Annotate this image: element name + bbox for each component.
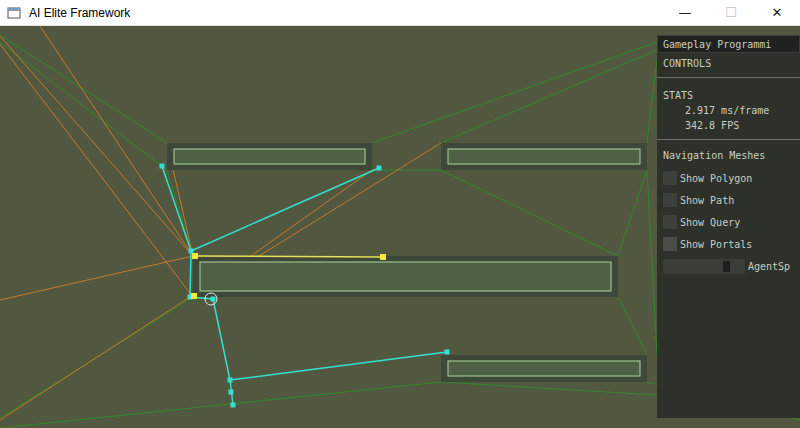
portal-line	[0, 36, 193, 256]
checkbox-row[interactable]: Show Path	[663, 193, 800, 207]
query-line	[195, 256, 383, 257]
navmesh-edge	[0, 42, 167, 170]
checkbox[interactable]	[663, 237, 677, 251]
window-control-button[interactable]: ✕	[754, 0, 800, 26]
query-node	[191, 293, 197, 299]
window-control-button[interactable]: ☐	[708, 0, 754, 26]
path-segment	[162, 166, 191, 251]
query-node	[380, 254, 386, 260]
checkbox-label: Show Polygon	[680, 173, 752, 184]
separator	[657, 139, 800, 140]
navmesh-edge	[647, 60, 657, 143]
stat-line: 2.917 ms/frame	[663, 103, 800, 118]
portal-line	[0, 44, 193, 297]
obstacle	[441, 355, 647, 382]
path-node	[229, 390, 234, 395]
separator	[657, 77, 800, 78]
obstacle	[167, 143, 372, 170]
checkbox-row[interactable]: Show Query	[663, 215, 800, 229]
navmesh-edge	[167, 170, 193, 256]
window-title: AI Elite Framework	[29, 6, 662, 20]
navmesh-edge	[618, 170, 647, 256]
path-segment	[190, 251, 191, 297]
slider-track[interactable]	[663, 259, 745, 274]
navmesh-edge	[0, 382, 441, 428]
navmesh-edge	[441, 50, 657, 143]
panel-header[interactable]: Gameplay Programmi	[657, 35, 800, 53]
navmesh-edge	[618, 297, 647, 355]
app-icon	[7, 6, 21, 20]
checkbox[interactable]	[663, 215, 677, 229]
checkbox-label: Show Path	[680, 195, 734, 206]
path-node	[228, 378, 233, 383]
checkbox-label: Show Query	[680, 217, 740, 228]
obstacle	[193, 256, 618, 297]
path-node	[445, 350, 450, 355]
panel-body: CONTROLS STATS2.917 ms/frame342.8 FPS Navi…	[657, 53, 800, 273]
navmesh-edge	[372, 170, 441, 171]
stats-label: STATS	[663, 88, 800, 103]
title-bar: AI Elite Framework—☐✕	[0, 0, 800, 26]
portal-line	[0, 256, 193, 300]
path-node	[231, 403, 236, 408]
navmesh-edge	[441, 382, 657, 395]
query-node	[192, 253, 198, 259]
navmesh-edge	[0, 35, 167, 143]
path-segment	[230, 352, 447, 380]
path-segment	[213, 299, 230, 380]
stat-line: 342.8 FPS	[663, 118, 800, 133]
slider-row: AgentSp	[663, 259, 800, 273]
portal-line	[40, 26, 193, 256]
obstacle	[441, 143, 647, 170]
agent[interactable]	[205, 293, 217, 305]
path-node	[211, 297, 216, 302]
navmesh-edge	[647, 170, 657, 355]
path-segment	[191, 168, 379, 251]
window-control-button[interactable]: —	[662, 0, 708, 26]
checkbox[interactable]	[663, 193, 677, 207]
checkbox-row[interactable]: Show Polygon	[663, 171, 800, 185]
portal-line	[0, 297, 190, 420]
path-node	[160, 164, 165, 169]
navmesh-edge	[372, 42, 657, 143]
checkbox-label: Show Portals	[680, 239, 752, 250]
slider-grab[interactable]	[723, 261, 730, 272]
controls-label[interactable]: CONTROLS	[663, 56, 800, 71]
navmesh-edge	[441, 170, 618, 256]
app-window: AI Elite Framework—☐✕Gameplay ProgrammiC…	[0, 0, 800, 428]
checkbox-row[interactable]: Show Portals	[663, 237, 800, 251]
path-node	[377, 166, 382, 171]
path-node	[189, 249, 194, 254]
checkbox[interactable]	[663, 171, 677, 185]
scene-canvas[interactable]: Gameplay Programmi CONTROLS STATS2.917 ms/…	[0, 26, 800, 428]
side-panel: Gameplay Programmi CONTROLS STATS2.917 ms/…	[657, 35, 800, 418]
slider-label: AgentSp	[748, 261, 790, 272]
navmesh-label: Navigation Meshes	[663, 148, 800, 163]
